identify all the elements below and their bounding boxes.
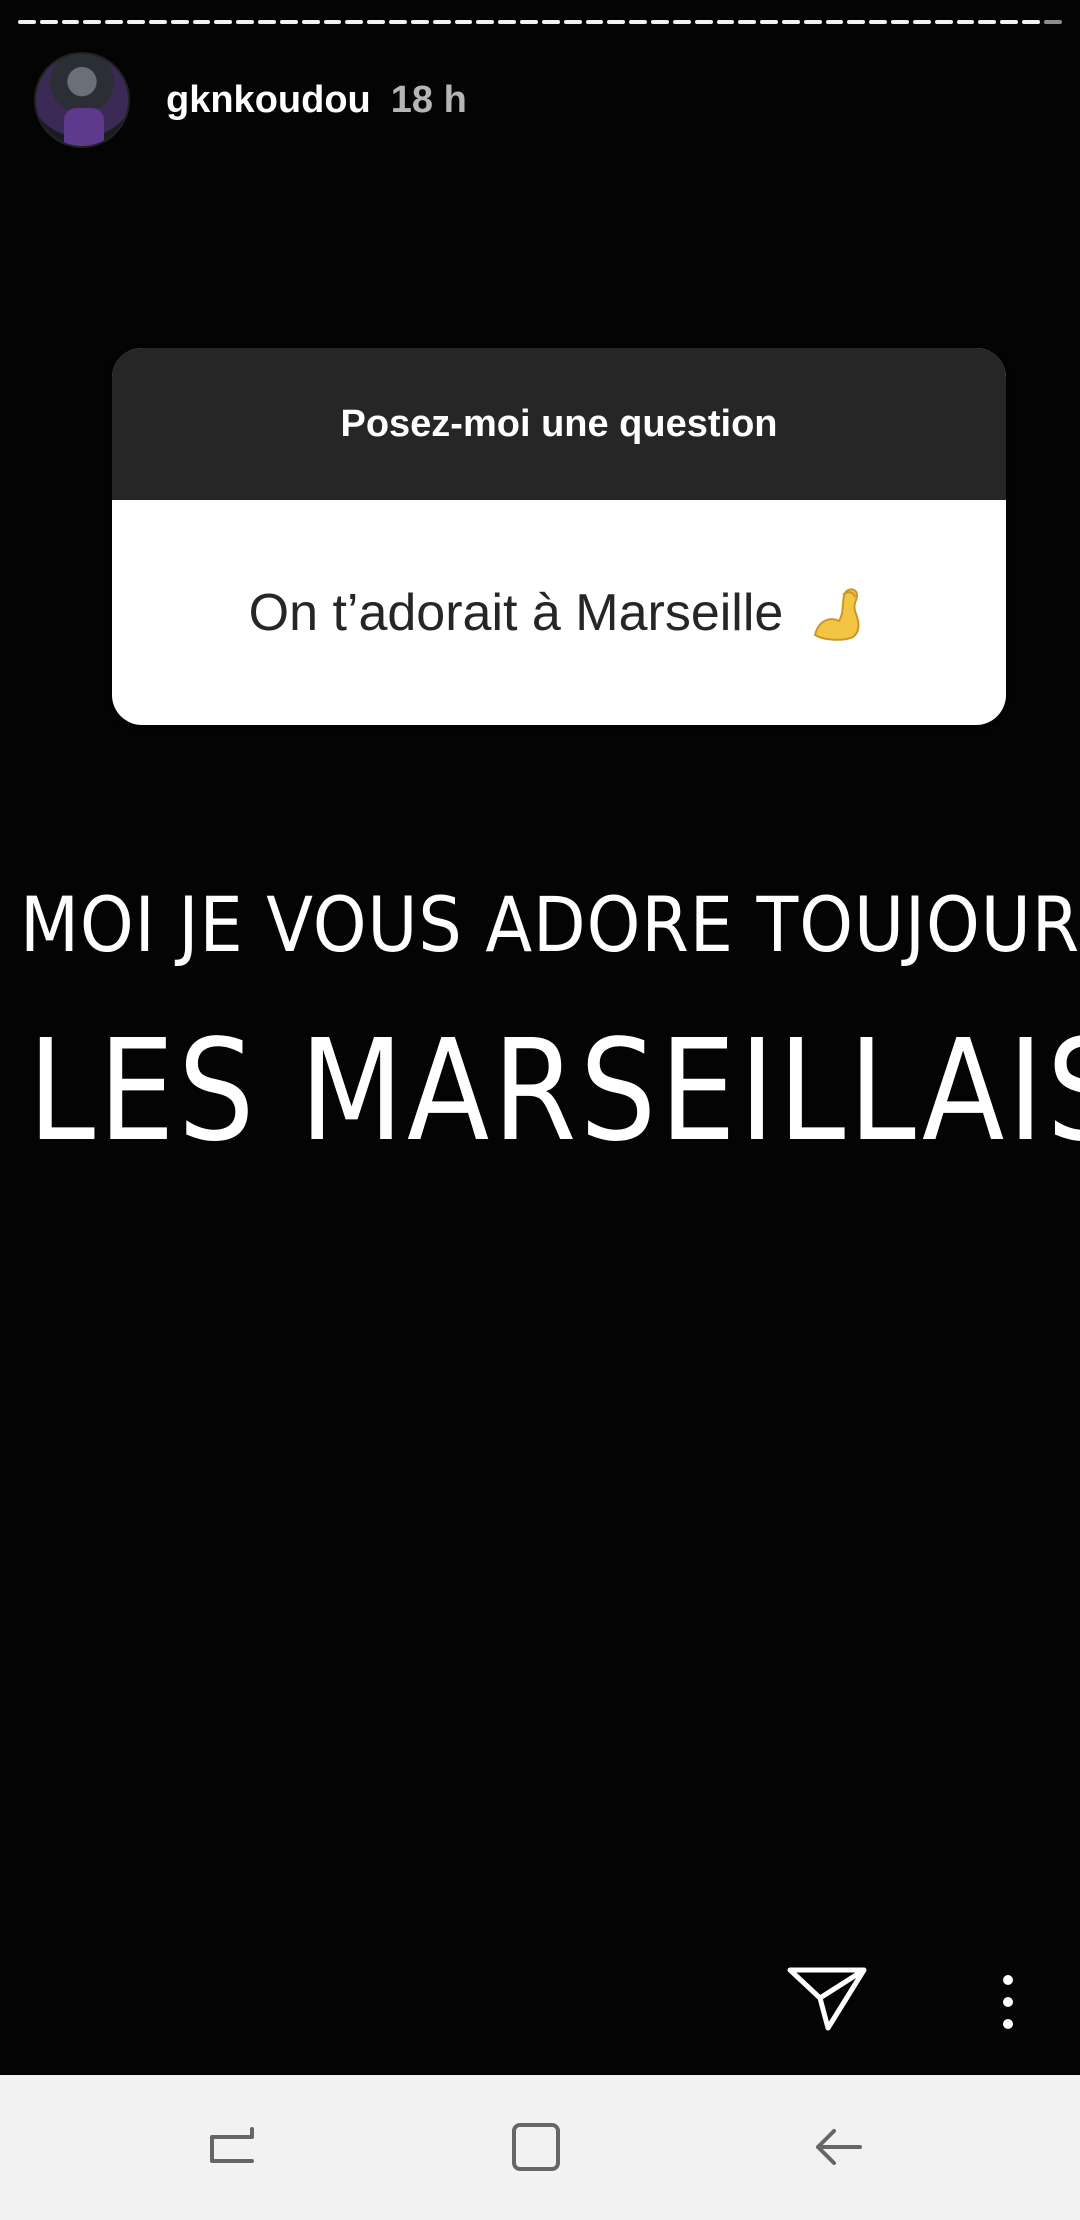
avatar[interactable] xyxy=(34,52,130,148)
question-answer: On t’adorait à Marseille xyxy=(112,500,1006,725)
progress-segment xyxy=(1022,20,1040,24)
progress-segment xyxy=(607,20,626,24)
progress-segment xyxy=(738,20,757,24)
flexed-biceps-icon xyxy=(814,587,860,641)
progress-segment xyxy=(585,20,604,24)
progress-segment xyxy=(345,20,364,24)
progress-segment xyxy=(367,20,386,24)
progress-segment xyxy=(541,20,560,24)
progress-segment xyxy=(847,20,866,24)
more-vertical-icon[interactable] xyxy=(990,1972,1026,2032)
progress-segment xyxy=(214,20,233,24)
progress-segment xyxy=(694,20,713,24)
progress-segment xyxy=(498,20,517,24)
progress-segment xyxy=(803,20,822,24)
story-progress-bar xyxy=(18,20,1062,26)
progress-segment xyxy=(869,20,888,24)
question-sticker: Posez-moi une question On t’adorait à Ma… xyxy=(112,348,1006,725)
progress-segment xyxy=(476,20,495,24)
progress-segment xyxy=(192,20,211,24)
progress-segment xyxy=(323,20,342,24)
back-arrow-icon[interactable] xyxy=(806,2115,870,2179)
progress-segment xyxy=(934,20,953,24)
progress-segment xyxy=(258,20,276,24)
progress-segment xyxy=(1043,20,1062,24)
progress-segment xyxy=(61,20,80,24)
username[interactable]: gknkoudou xyxy=(166,79,371,122)
story-screen[interactable]: gknkoudou 18 h Posez-moi une question On… xyxy=(0,0,1080,2220)
progress-segment xyxy=(891,20,909,24)
progress-segment xyxy=(454,20,473,24)
progress-segment xyxy=(170,20,189,24)
progress-segment xyxy=(301,20,320,24)
progress-segment xyxy=(629,20,648,24)
progress-segment xyxy=(148,20,167,24)
progress-segment xyxy=(825,20,844,24)
progress-segment xyxy=(127,20,145,24)
progress-segment xyxy=(410,20,429,24)
progress-segment xyxy=(1000,20,1019,24)
home-icon[interactable] xyxy=(504,2115,568,2179)
progress-segment xyxy=(563,20,582,24)
story-header: gknkoudou 18 h xyxy=(34,50,467,150)
progress-segment xyxy=(912,20,931,24)
progress-segment xyxy=(83,20,102,24)
recents-icon[interactable] xyxy=(200,2115,264,2179)
progress-segment xyxy=(432,20,451,24)
progress-segment xyxy=(956,20,975,24)
progress-segment xyxy=(236,20,255,24)
send-paper-plane-icon[interactable] xyxy=(786,1962,868,2034)
progress-segment xyxy=(651,20,669,24)
progress-segment xyxy=(39,20,58,24)
progress-segment xyxy=(279,20,298,24)
progress-segment xyxy=(978,20,997,24)
progress-segment xyxy=(760,20,778,24)
android-navigation-bar xyxy=(0,2075,1080,2220)
progress-segment xyxy=(105,20,124,24)
progress-segment xyxy=(781,20,800,24)
caption-line-1: MOI JE VOUS ADORE TOUJOURS xyxy=(20,880,1080,969)
caption-line-2: LES MARSEILLAIS xyxy=(28,1010,1080,1173)
question-prompt: Posez-moi une question xyxy=(112,348,1006,500)
progress-segment xyxy=(389,20,407,24)
progress-segment xyxy=(672,20,691,24)
progress-segment xyxy=(520,20,538,24)
story-timestamp: 18 h xyxy=(390,78,467,121)
progress-segment xyxy=(18,20,36,24)
question-answer-text: On t’adorait à Marseille xyxy=(248,583,784,642)
progress-segment xyxy=(716,20,735,24)
